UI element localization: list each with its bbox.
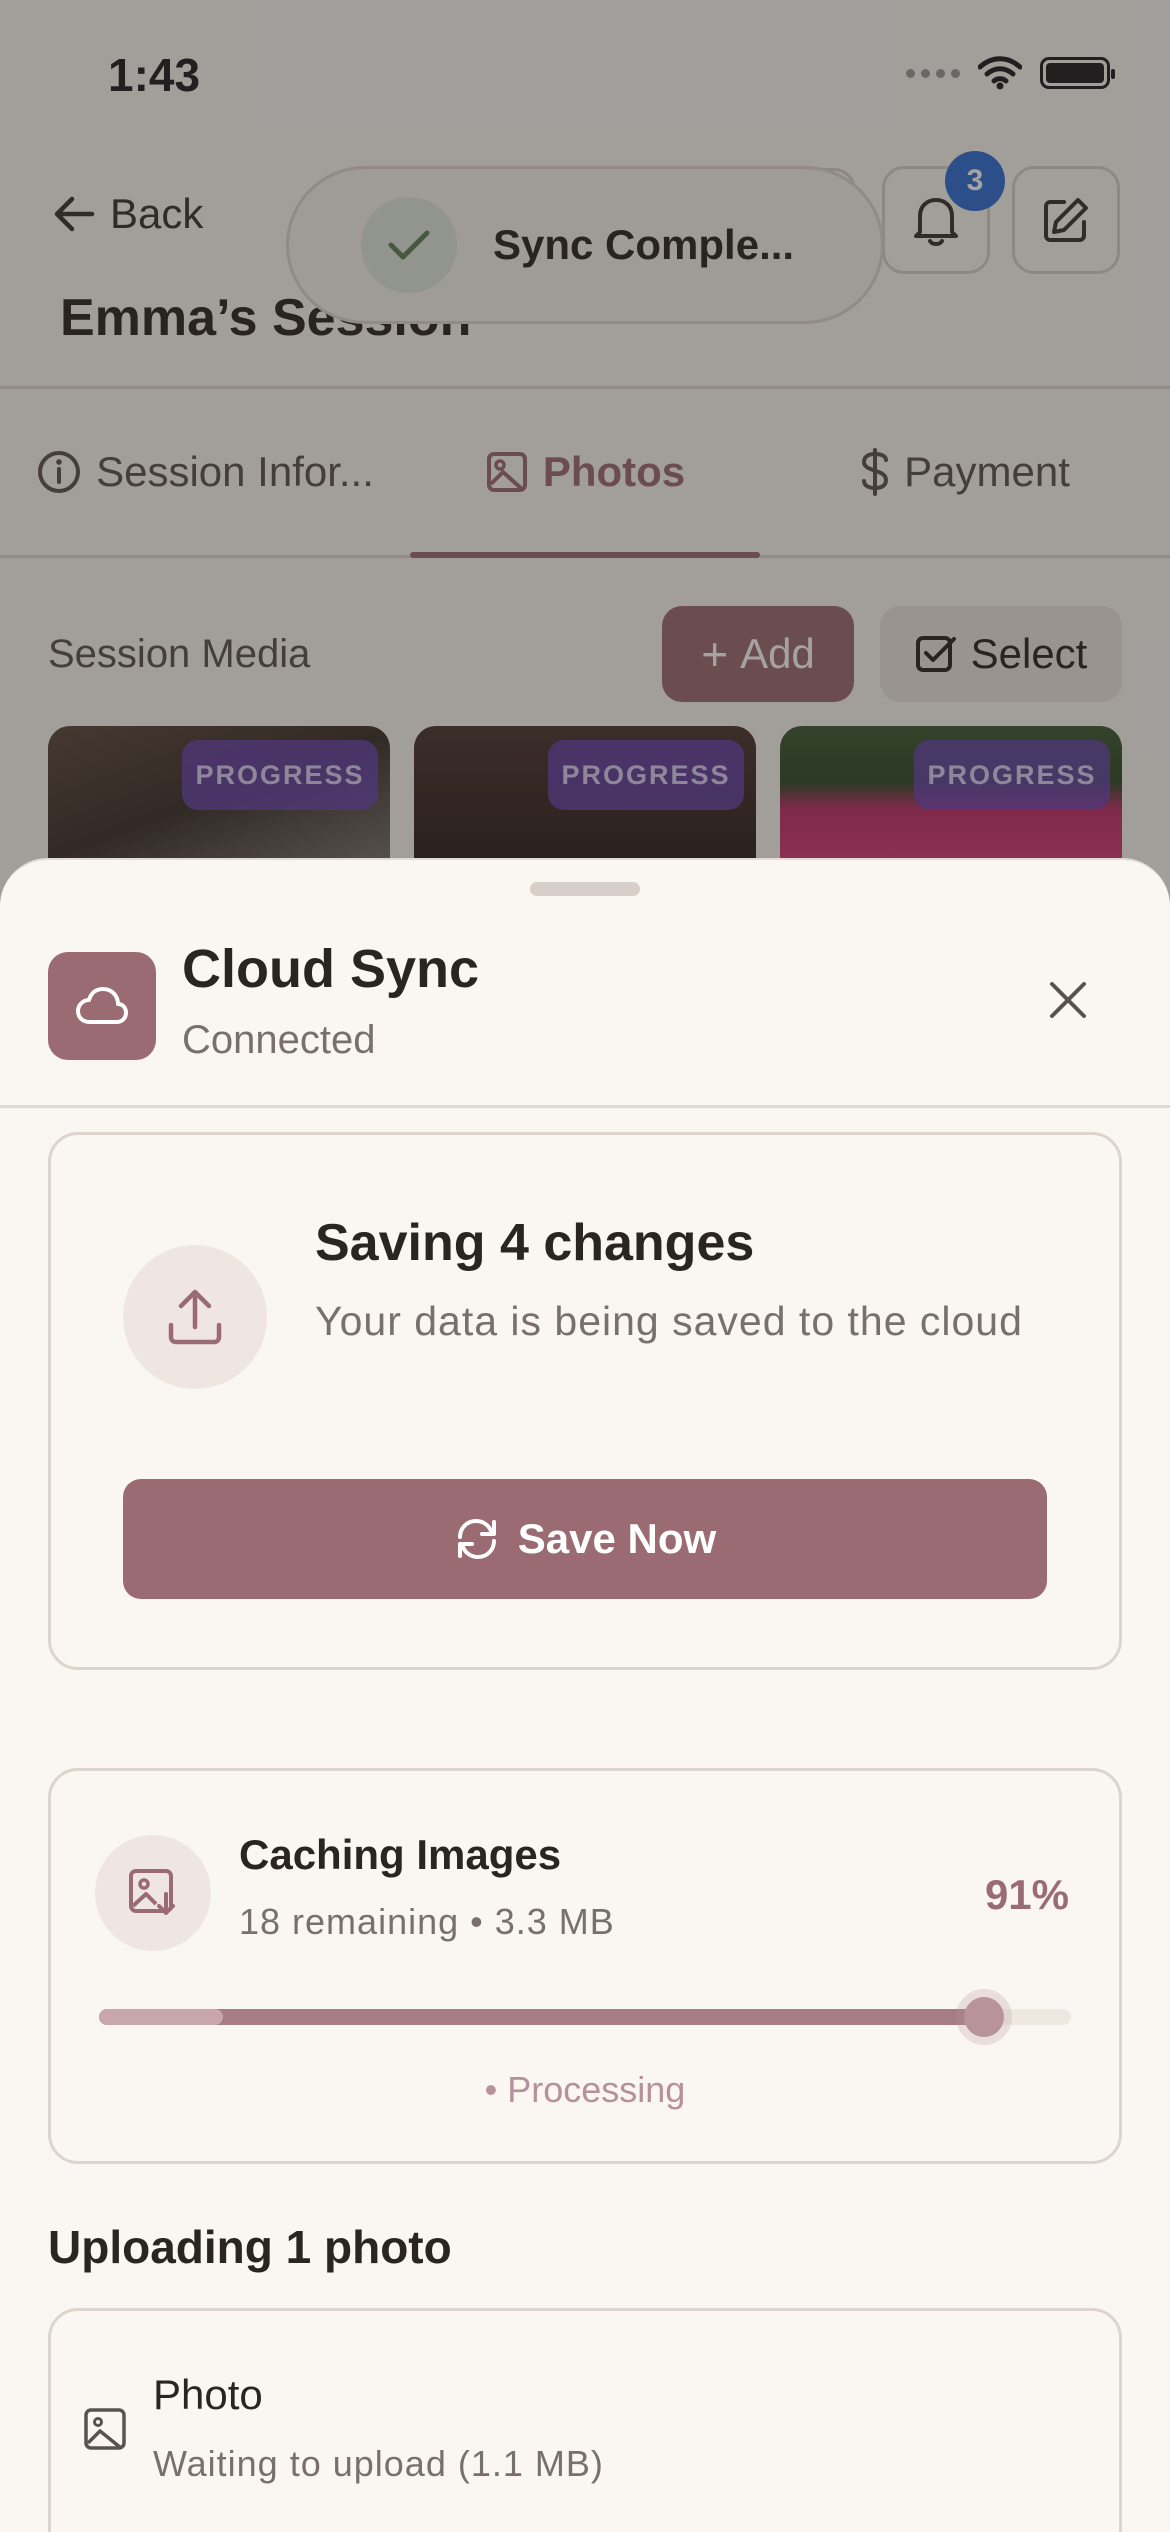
upload-item-name: Photo (153, 2371, 263, 2418)
save-now-button[interactable]: Save Now (123, 1479, 1047, 1599)
image-icon (79, 2403, 131, 2455)
caching-card: Caching Images 18 remaining • 3.3 MB 91%… (48, 1768, 1122, 2164)
progress-buffer (99, 2009, 223, 2025)
progress-knob (963, 1997, 1004, 2037)
cloud-sync-sheet: Cloud Sync Connected Saving 4 changes Yo… (0, 858, 1170, 2532)
refresh-icon (457, 1518, 496, 1560)
save-title: Saving 4 changes (315, 1214, 755, 1272)
sheet-header: Cloud Sync Connected (0, 860, 1170, 1108)
upload-heading: Uploading 1 photo (48, 2221, 452, 2273)
upload-item-status: Waiting to upload (1.1 MB) (153, 2443, 604, 2484)
save-now-label: Save Now (517, 1515, 717, 1562)
upload-icon (123, 1245, 267, 1389)
close-button[interactable] (1040, 972, 1096, 1028)
cache-meta: 18 remaining • 3.3 MB (239, 1901, 615, 1942)
save-changes-card: Saving 4 changes Your data is being save… (48, 1132, 1122, 1670)
close-icon (1050, 982, 1086, 1018)
progress-track (99, 1997, 1071, 2037)
save-description: Your data is being saved to the cloud (315, 1298, 1023, 1344)
connection-status: Connected (182, 1018, 376, 1062)
upload-item[interactable]: Photo Waiting to upload (1.1 MB) (48, 2308, 1122, 2532)
sheet-title: Cloud Sync (182, 939, 480, 999)
cache-title: Caching Images (239, 1831, 562, 1878)
cache-percent: 91% (984, 1871, 1069, 1918)
cloud-icon (48, 952, 156, 1060)
processing-status: • Processing (484, 2069, 686, 2110)
image-download-icon (95, 1835, 211, 1951)
progress-fill (99, 1997, 1004, 2037)
